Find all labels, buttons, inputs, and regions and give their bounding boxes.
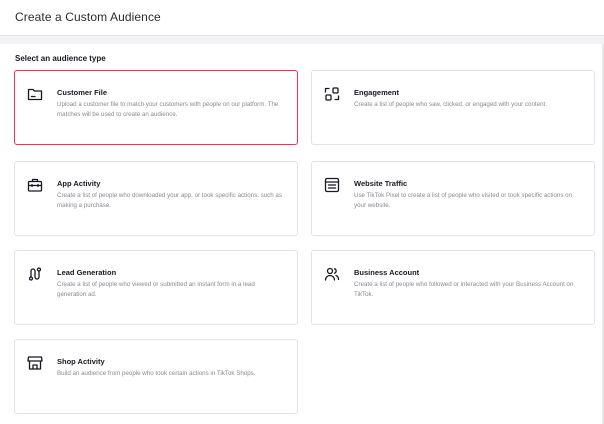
header-divider [0,36,604,44]
website-traffic-card[interactable]: Website Traffic Use TikTok Pixel to crea… [311,161,595,236]
page-title: Create a Custom Audience [15,10,161,24]
app-activity-card[interactable]: App Activity Create a list of people who… [14,161,298,236]
app-activity-title: App Activity [57,179,101,188]
customer-file-description: Upload a customer file to match your cus… [57,101,279,118]
customer-file-title: Customer File [57,88,108,97]
browser-icon [324,177,340,193]
engagement-title: Engagement [354,88,400,97]
page-header: Create a Custom Audience [0,0,604,36]
shop-activity-title: Shop Activity [57,357,105,366]
engagement-description: Create a list of people who saw, clicked… [354,101,547,108]
website-traffic-title: Website Traffic [354,179,408,188]
engagement-icon [324,86,340,102]
customer-file-card[interactable]: Customer File Upload a customer file to … [14,70,298,145]
business-account-card[interactable]: Business Account Create a list of people… [311,250,595,325]
briefcase-icon [27,177,43,193]
shop-activity-description: Build an audience from people who took c… [57,370,256,377]
lead-generation-title: Lead Generation [57,268,117,277]
shop-icon [27,355,43,371]
lead-generation-card[interactable]: Lead Generation Create a list of people … [14,250,298,325]
lead-generation-description: Create a list of people who viewed or su… [57,281,255,298]
app-activity-description: Create a list of people who downloaded y… [57,192,282,209]
section-label: Select an audience type [15,54,106,63]
business-account-title: Business Account [354,268,420,277]
shop-activity-card[interactable]: Shop Activity Build an audience from peo… [14,339,298,414]
folder-icon [27,86,43,102]
users-icon [324,266,340,282]
website-traffic-description: Use TikTok Pixel to create a list of peo… [354,192,573,209]
path-icon [27,266,43,282]
engagement-card[interactable]: Engagement Create a list of people who s… [311,70,595,145]
business-account-description: Create a list of people who followed or … [354,281,574,298]
